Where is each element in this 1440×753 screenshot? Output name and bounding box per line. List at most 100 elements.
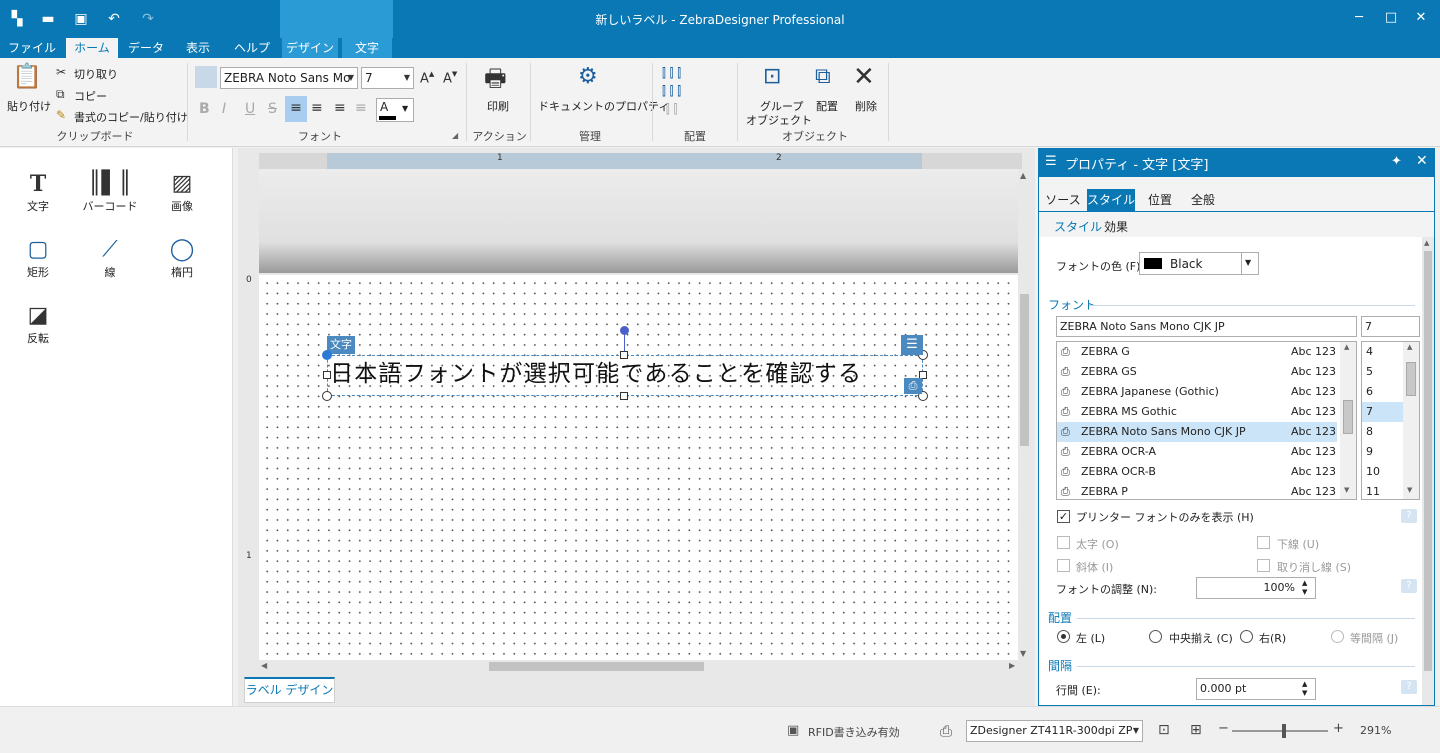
size-list[interactable]: 4 5 6 7 8 9 10 11 ▲ ▼ xyxy=(1361,341,1420,500)
align-left-button[interactable]: ≡ xyxy=(285,96,307,122)
font-list-item[interactable]: ⎙ ZEBRA GS Abc 123 xyxy=(1057,362,1337,382)
tool-rectangle[interactable]: ▢ 矩形 xyxy=(8,236,68,280)
font-color-button[interactable]: A ▼ xyxy=(376,98,414,122)
tab-general[interactable]: 全般 xyxy=(1183,189,1223,211)
printer-fonts-only-label[interactable]: プリンター フォントのみを表示 (H) xyxy=(1076,509,1254,525)
format-painter-icon[interactable]: ✎ xyxy=(56,109,66,121)
resize-handle[interactable] xyxy=(620,392,628,400)
zoom-out-icon[interactable]: − xyxy=(1218,721,1229,736)
bold-checkbox[interactable] xyxy=(1057,536,1070,549)
scroll-thumb[interactable] xyxy=(1020,294,1029,446)
tab-position[interactable]: 位置 xyxy=(1141,189,1179,211)
panel-close-icon[interactable]: ✕ xyxy=(1416,153,1428,169)
tab-design[interactable]: デザイン xyxy=(282,38,338,58)
scroll-thumb[interactable] xyxy=(1424,251,1432,671)
align-right-radio[interactable] xyxy=(1240,630,1253,643)
panel-scrollbar[interactable]: ▲ xyxy=(1422,237,1434,705)
panel-menu-icon[interactable]: ☰ xyxy=(1045,154,1057,169)
font-list-item[interactable]: ⎙ ZEBRA Noto Sans Mono CJK JP Abc 123 xyxy=(1057,422,1337,442)
scroll-down-icon[interactable]: ▼ xyxy=(1020,649,1026,658)
tool-ellipse[interactable]: ◯ 楕円 xyxy=(152,236,212,280)
size-list-item[interactable]: 4 xyxy=(1362,342,1403,362)
help-icon[interactable]: ? xyxy=(1401,509,1417,523)
size-list-item[interactable]: 5 xyxy=(1362,362,1403,382)
align-objects-icon[interactable]: ⫿ ⫿ ⫿ ⫿ ⫿ ⫿ ⫿ ⫿ xyxy=(662,64,681,118)
underline-label[interactable]: 下線 (U) xyxy=(1277,536,1319,552)
font-color-select[interactable]: Black ▼ xyxy=(1139,252,1259,275)
chevron-down-icon[interactable]: ▼ xyxy=(404,68,410,88)
help-icon[interactable]: ? xyxy=(1401,579,1417,593)
size-list-item[interactable]: 10 xyxy=(1362,462,1403,482)
font-list-item[interactable]: ⎙ ZEBRA OCR-B Abc 123 xyxy=(1057,462,1337,482)
tab-text[interactable]: 文字 xyxy=(342,38,392,58)
size-list-item[interactable]: 8 xyxy=(1362,422,1403,442)
italic-label[interactable]: 斜体 (I) xyxy=(1076,559,1113,575)
arrange-label[interactable]: 配置 xyxy=(816,98,838,114)
scroll-down-icon[interactable]: ▼ xyxy=(1344,486,1349,494)
scroll-up-icon[interactable]: ▲ xyxy=(1020,171,1026,180)
tool-text[interactable]: T 文字 xyxy=(8,170,68,214)
design-tab[interactable]: ラベル デザイン xyxy=(244,677,335,703)
spin-icon[interactable]: ▲ ▼ xyxy=(1302,579,1307,597)
fit-width-icon[interactable]: ⊞ xyxy=(1190,722,1202,738)
bold-label[interactable]: 太字 (O) xyxy=(1076,536,1119,552)
scroll-thumb[interactable] xyxy=(1343,400,1353,434)
font-list-item[interactable]: ⎙ ZEBRA OCR-A Abc 123 xyxy=(1057,442,1337,462)
font-list-scrollbar[interactable]: ▲ ▼ xyxy=(1340,342,1356,499)
strikethrough-checkbox[interactable] xyxy=(1257,559,1270,572)
underline-checkbox[interactable] xyxy=(1257,536,1270,549)
printer-fonts-only-checkbox[interactable]: ✓ xyxy=(1057,510,1070,523)
print-label[interactable]: 印刷 xyxy=(487,98,509,114)
tab-style[interactable]: スタイル xyxy=(1087,189,1135,211)
zoom-slider-thumb[interactable] xyxy=(1282,724,1286,738)
cut-icon[interactable]: ✂ xyxy=(56,66,66,78)
text-object[interactable]: 日本語フォントが選択可能であることを確認する xyxy=(327,355,923,396)
align-right-label[interactable]: 右(R) xyxy=(1259,630,1286,646)
group-objects-icon[interactable]: ⊡ xyxy=(763,66,781,88)
tab-data[interactable]: データ xyxy=(122,38,170,58)
resize-handle[interactable] xyxy=(620,351,628,359)
fit-page-icon[interactable]: ⊡ xyxy=(1158,722,1170,738)
scroll-right-icon[interactable]: ▶ xyxy=(1009,661,1015,670)
help-icon[interactable]: ? xyxy=(1401,680,1417,694)
delete-icon[interactable]: ✕ xyxy=(853,64,875,90)
scroll-left-icon[interactable]: ◀ xyxy=(261,661,267,670)
font-list-item[interactable]: ⎙ ZEBRA MS Gothic Abc 123 xyxy=(1057,402,1337,422)
document-properties-icon[interactable]: ⚙ xyxy=(578,66,598,88)
shrink-font-icon[interactable]: A▾ xyxy=(443,68,457,85)
size-list-item[interactable]: 6 xyxy=(1362,382,1403,402)
font-size-field[interactable]: 7 xyxy=(1361,316,1420,337)
tab-help[interactable]: ヘルプ xyxy=(226,38,278,58)
maximize-icon[interactable]: □ xyxy=(1376,8,1406,28)
tab-home[interactable]: ホーム xyxy=(66,38,118,58)
scroll-up-icon[interactable]: ▲ xyxy=(1407,343,1412,351)
horizontal-scrollbar[interactable]: ◀ ▶ xyxy=(259,660,1022,673)
italic-button[interactable]: I xyxy=(222,102,226,116)
copy-label[interactable]: コピー xyxy=(74,88,107,104)
printer-select[interactable]: ZDesigner ZT411R-300dpi ZP ▼ xyxy=(966,720,1143,742)
chevron-down-icon[interactable]: ▼ xyxy=(1133,721,1139,741)
label-canvas[interactable] xyxy=(259,275,1018,660)
underline-button[interactable]: U xyxy=(245,102,255,116)
format-copy-label[interactable]: 書式のコピー/貼り付け xyxy=(74,109,188,125)
arrange-icon[interactable]: ⧉ xyxy=(815,66,831,88)
pin-icon[interactable]: ✦ xyxy=(1391,154,1402,169)
dialog-launcher-icon[interactable]: ◢ xyxy=(452,131,458,140)
tool-line[interactable]: ⟋ 線 xyxy=(80,236,140,280)
delete-label[interactable]: 削除 xyxy=(855,98,877,114)
font-scale-field[interactable]: 100% xyxy=(1196,577,1316,599)
subtab-effects[interactable]: 効果 xyxy=(1104,218,1128,235)
align-center-label[interactable]: 中央揃え (C) xyxy=(1169,630,1233,646)
align-right-icon[interactable]: ≡ xyxy=(334,101,346,115)
size-list-scrollbar[interactable]: ▲ ▼ xyxy=(1403,342,1419,499)
scroll-up-icon[interactable]: ▲ xyxy=(1424,239,1429,247)
tool-image[interactable]: ▨ 画像 xyxy=(152,170,212,214)
paste-label[interactable]: 貼り付け xyxy=(7,98,51,114)
font-list-item[interactable]: ⎙ ZEBRA Japanese (Gothic) Abc 123 xyxy=(1057,382,1337,402)
scroll-up-icon[interactable]: ▲ xyxy=(1344,343,1349,351)
group-label-2[interactable]: オブジェクト xyxy=(746,112,812,128)
tool-inverse[interactable]: ◪ 反転 xyxy=(8,302,68,346)
font-list[interactable]: ⎙ ZEBRA G Abc 123 ⎙ ZEBRA GS Abc 123 ⎙ ZEBRA Ja… xyxy=(1056,341,1357,500)
strikethrough-label[interactable]: 取り消し線 (S) xyxy=(1277,559,1351,575)
tool-barcode[interactable]: ║▌║ バーコード xyxy=(80,170,140,214)
